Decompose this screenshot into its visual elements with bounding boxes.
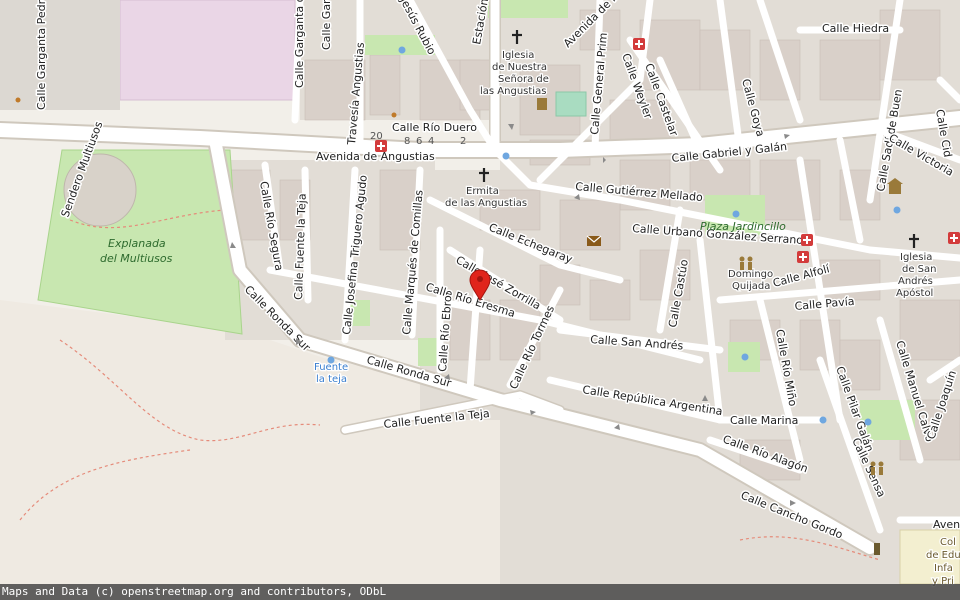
label-san-andres-l4: Apóstol	[896, 287, 933, 299]
label-calle-garganta-de: Calle Garganta de	[293, 0, 306, 88]
label-san-andres-l3: Andrés	[898, 275, 933, 287]
label-explanada-l2: del Multiusos	[100, 252, 173, 265]
industrial-block	[0, 0, 120, 110]
label-colegio-l3: Infa	[934, 563, 953, 574]
map-attribution[interactable]: Maps and Data (c) openstreetmap.org and …	[0, 584, 960, 600]
map-view[interactable]: Calle Garganta Pedro Calle Garganta de C…	[0, 0, 960, 600]
pharmacy-icon	[801, 234, 813, 246]
label-fuente-l1: Fuente	[314, 362, 348, 373]
label-iglesia-angustias-l4: las Angustias	[480, 86, 546, 97]
label-avena: Avena	[933, 518, 960, 531]
house-number: 6	[416, 136, 422, 147]
pink-landuse-block	[119, 0, 296, 101]
label-iglesia-angustias-l2: de Nuestra	[492, 62, 547, 73]
label-calle-garganta-pedro: Calle Garganta Pedro	[35, 0, 48, 110]
label-iglesia-angustias-l1: Iglesia	[502, 50, 534, 61]
label-colegio-l1: Col	[940, 537, 956, 548]
sports-pitch	[555, 91, 587, 117]
label-colegio-l2: de Edu	[926, 550, 960, 561]
library-icon	[537, 98, 547, 110]
label-domingo-l2: Quijada	[732, 281, 770, 292]
label-iglesia-angustias-l3: Señora de	[498, 74, 549, 85]
map-canvas[interactable]: Calle Garganta Pedro Calle Garganta de C…	[0, 0, 960, 600]
label-san-andres-l1: Iglesia	[900, 252, 932, 263]
label-calle-marina: Calle Marina	[730, 414, 798, 427]
label-ermita-l2: de las Angustias	[445, 198, 527, 209]
label-calle-rio-duero: Calle Río Duero	[392, 121, 477, 134]
label-domingo-l1: Domingo	[728, 269, 773, 280]
toilets-icon	[874, 543, 880, 555]
label-fuente-l2: la teja	[316, 374, 347, 385]
pharmacy-icon	[633, 38, 645, 50]
house-number: 8	[404, 136, 410, 147]
label-calle-hiedra: Calle Hiedra	[822, 22, 889, 35]
label-ermita-l1: Ermita	[466, 186, 499, 197]
pharmacy-icon	[797, 251, 809, 263]
label-san-andres-l2: de San	[902, 264, 937, 275]
pharmacy-icon	[948, 232, 960, 244]
pharmacy-icon	[375, 140, 387, 152]
post-office-icon	[586, 235, 602, 246]
label-explanada-l1: Explanada	[108, 237, 166, 250]
house-number: 2	[460, 136, 466, 147]
label-calle-garg: Calle Garg	[320, 0, 333, 50]
house-number: 4	[428, 136, 434, 147]
label-avenida-de-angustias: Avenida de Angustias	[316, 150, 435, 163]
label-plaza-jardincillo: Plaza Jardincillo	[700, 220, 786, 233]
